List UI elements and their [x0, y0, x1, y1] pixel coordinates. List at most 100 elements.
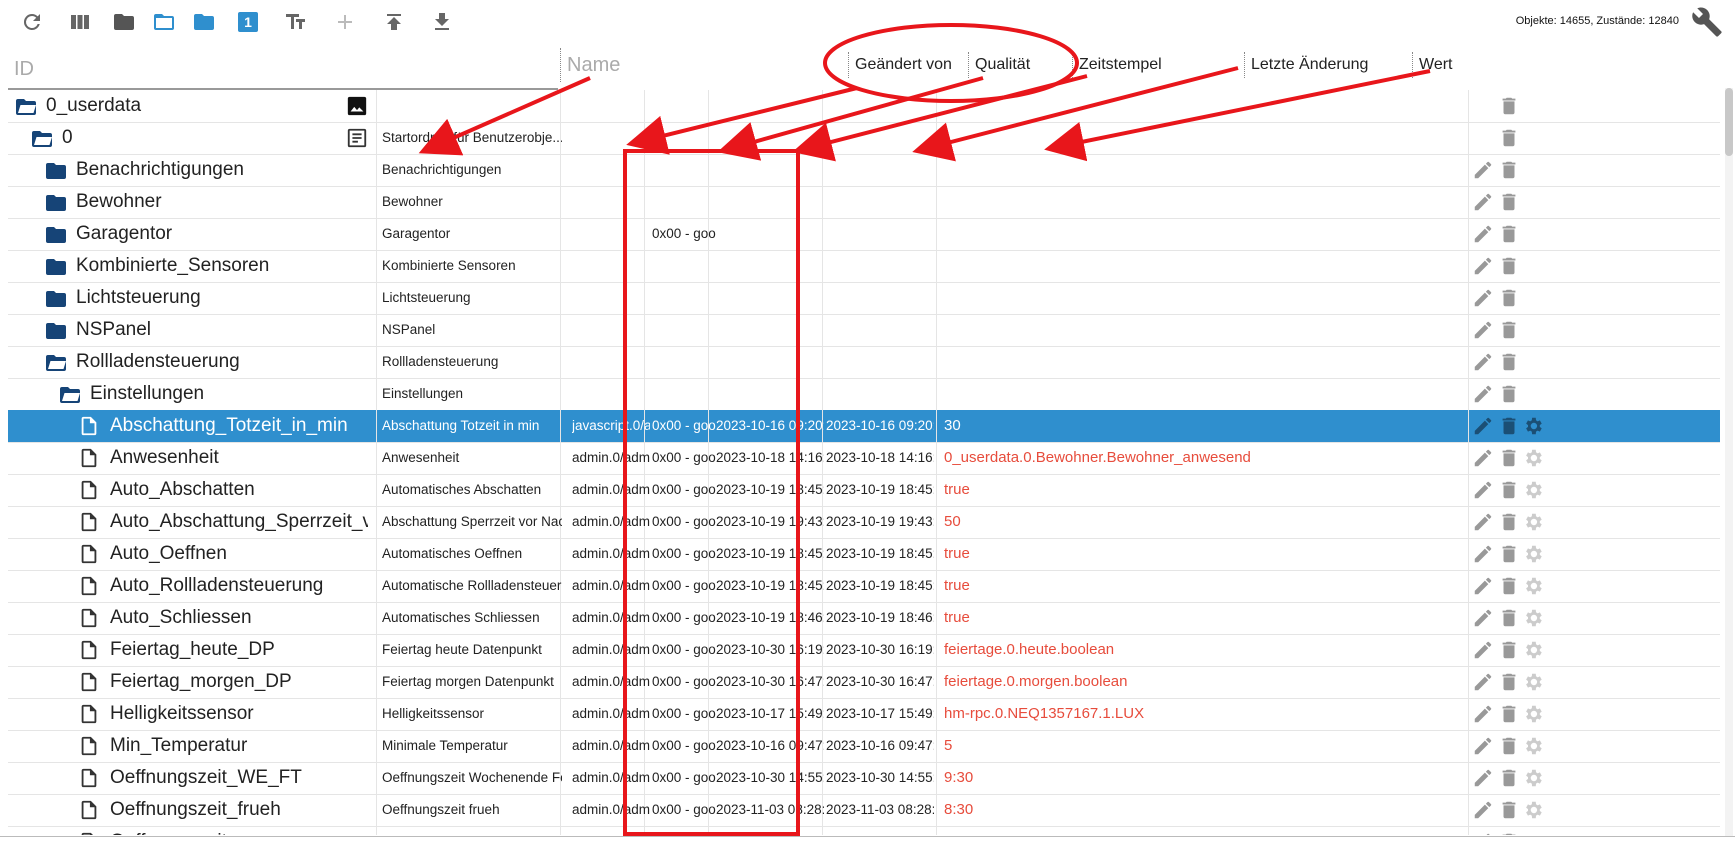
- table-row[interactable]: Feiertag_morgen_DP Feiertag morgen Datenp…: [8, 666, 1720, 699]
- table-row[interactable]: Abschattung_Totzeit_in_min Abschattung To…: [8, 410, 1720, 443]
- folder-icon[interactable]: [44, 223, 66, 245]
- edit-icon[interactable]: [1472, 543, 1494, 565]
- row-id[interactable]: Helligkeitssensor: [110, 698, 368, 730]
- row-id[interactable]: Anwesenheit: [110, 442, 368, 474]
- row-value[interactable]: [944, 250, 1464, 282]
- file-icon[interactable]: [78, 799, 100, 821]
- edit-icon[interactable]: [1472, 255, 1494, 277]
- file-icon[interactable]: [78, 703, 100, 725]
- delete-icon[interactable]: [1498, 95, 1520, 117]
- table-row[interactable]: Oeffnungszeit_frueh Oeffnungszeit frueh ad…: [8, 794, 1720, 827]
- edit-icon[interactable]: [1472, 799, 1494, 821]
- delete-icon[interactable]: [1498, 831, 1520, 835]
- file-icon[interactable]: [78, 671, 100, 693]
- table-row[interactable]: Auto_Rollladensteuerung Automatische Roll…: [8, 570, 1720, 603]
- settings-gear-icon[interactable]: [1522, 479, 1544, 501]
- row-value[interactable]: true: [944, 474, 1464, 506]
- delete-icon[interactable]: [1498, 383, 1520, 405]
- row-id[interactable]: Auto_Abschattung_Sperrzeit_vor_N: [110, 506, 368, 538]
- row-id[interactable]: Rollladensteuerung: [76, 346, 368, 378]
- table-row[interactable]: Helligkeitssensor Helligkeitssensor admin.…: [8, 698, 1720, 731]
- row-id[interactable]: Oeffnungszeit_: [110, 826, 368, 835]
- edit-icon[interactable]: [1472, 831, 1494, 835]
- table-row[interactable]: Auto_Abschatten Automatisches Abschatten a…: [8, 474, 1720, 507]
- header-value[interactable]: Wert: [1412, 52, 1452, 78]
- edit-icon[interactable]: [1472, 735, 1494, 757]
- delete-icon[interactable]: [1498, 351, 1520, 373]
- row-id[interactable]: Oeffnungszeit_frueh: [110, 794, 368, 826]
- file-icon[interactable]: [78, 447, 100, 469]
- add-icon[interactable]: [331, 8, 359, 36]
- header-quality[interactable]: Qualität: [968, 52, 1030, 78]
- delete-icon[interactable]: [1498, 767, 1520, 789]
- edit-icon[interactable]: [1472, 287, 1494, 309]
- row-value[interactable]: [944, 378, 1464, 410]
- header-last-change[interactable]: Letzte Änderung: [1244, 52, 1368, 78]
- settings-gear-icon[interactable]: [1522, 575, 1544, 597]
- row-value[interactable]: 0_userdata.0.Bewohner.Bewohner_anwesend: [944, 442, 1464, 474]
- row-value[interactable]: hm-rpc.0.NEQ1357167.1.LUX: [944, 698, 1464, 730]
- folder-open-icon[interactable]: [58, 383, 80, 405]
- row-id[interactable]: Kombinierte_Sensoren: [76, 250, 368, 282]
- edit-icon[interactable]: [1472, 671, 1494, 693]
- delete-icon[interactable]: [1498, 159, 1520, 181]
- header-changed-by[interactable]: Geändert von: [848, 52, 952, 78]
- row-value[interactable]: [944, 90, 1464, 122]
- row-id[interactable]: Oeffnungszeit_WE_FT: [110, 762, 368, 794]
- delete-icon[interactable]: [1498, 319, 1520, 341]
- folder-icon[interactable]: [44, 287, 66, 309]
- delete-icon[interactable]: [1498, 191, 1520, 213]
- file-icon[interactable]: [78, 575, 100, 597]
- row-id[interactable]: Auto_Abschatten: [110, 474, 368, 506]
- row-id[interactable]: Auto_Rollladensteuerung: [110, 570, 368, 602]
- table-row[interactable]: Auto_Oeffnen Automatisches Oeffnen admin.0…: [8, 538, 1720, 571]
- table-row[interactable]: Rollladensteuerung Rollladensteuerung: [8, 346, 1720, 379]
- row-value[interactable]: 9:30: [944, 762, 1464, 794]
- row-id[interactable]: 0: [62, 122, 368, 154]
- refresh-icon[interactable]: [18, 8, 46, 36]
- upload-icon[interactable]: [380, 8, 408, 36]
- wrench-icon[interactable]: [1691, 6, 1723, 38]
- header-timestamp[interactable]: Zeitstempel: [1072, 52, 1162, 78]
- row-value[interactable]: [944, 314, 1464, 346]
- row-id[interactable]: Einstellungen: [90, 378, 368, 410]
- edit-icon[interactable]: [1472, 159, 1494, 181]
- table-row[interactable]: Lichtsteuerung Lichtsteuerung: [8, 282, 1720, 315]
- file-icon[interactable]: [78, 511, 100, 533]
- file-icon[interactable]: [78, 607, 100, 629]
- row-id[interactable]: Feiertag_heute_DP: [110, 634, 368, 666]
- edit-icon[interactable]: [1472, 319, 1494, 341]
- delete-icon[interactable]: [1498, 127, 1520, 149]
- edit-icon[interactable]: [1472, 767, 1494, 789]
- text-size-icon[interactable]: [282, 8, 310, 36]
- table-row[interactable]: Auto_Abschattung_Sperrzeit_vor_N Abschatt…: [8, 506, 1720, 539]
- row-value[interactable]: [944, 826, 1464, 835]
- table-row[interactable]: Einstellungen Einstellungen: [8, 378, 1720, 411]
- download-icon[interactable]: [428, 8, 456, 36]
- columns-icon[interactable]: [66, 8, 94, 36]
- row-value[interactable]: 5: [944, 730, 1464, 762]
- edit-icon[interactable]: [1472, 351, 1494, 373]
- row-value[interactable]: [944, 122, 1464, 154]
- delete-icon[interactable]: [1498, 415, 1520, 437]
- file-icon[interactable]: [78, 479, 100, 501]
- table-row[interactable]: 0_userdata: [8, 90, 1720, 123]
- settings-gear-icon[interactable]: [1522, 767, 1544, 789]
- row-id[interactable]: 0_userdata: [46, 90, 368, 122]
- number-one-icon[interactable]: 1: [234, 8, 262, 36]
- file-icon[interactable]: [78, 639, 100, 661]
- row-id[interactable]: Feiertag_morgen_DP: [110, 666, 368, 698]
- delete-icon[interactable]: [1498, 511, 1520, 533]
- edit-icon[interactable]: [1472, 223, 1494, 245]
- row-id[interactable]: Auto_Oeffnen: [110, 538, 368, 570]
- settings-gear-icon[interactable]: [1522, 543, 1544, 565]
- table-row[interactable]: Feiertag_heute_DP Feiertag heute Datenpun…: [8, 634, 1720, 667]
- edit-icon[interactable]: [1472, 575, 1494, 597]
- table-row[interactable]: Garagentor Garagentor 0x00 - good: [8, 218, 1720, 251]
- table-row[interactable]: Benachrichtigungen Benachrichtigungen: [8, 154, 1720, 187]
- file-icon[interactable]: [78, 831, 100, 835]
- table-row[interactable]: Oeffnungszeit_: [8, 826, 1720, 835]
- delete-icon[interactable]: [1498, 735, 1520, 757]
- folder-blue-icon[interactable]: [190, 8, 218, 36]
- settings-gear-icon[interactable]: [1522, 639, 1544, 661]
